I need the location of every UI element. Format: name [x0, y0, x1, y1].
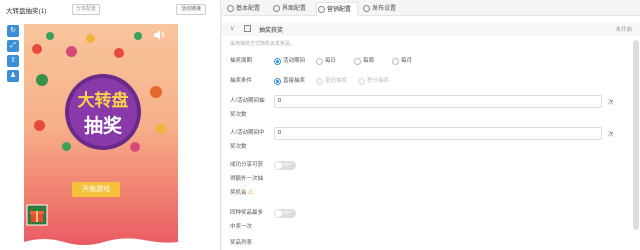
- warning-icon: ⚠: [248, 190, 254, 196]
- tab-label: 界面配置: [282, 6, 307, 12]
- ornament: [46, 32, 54, 40]
- share-config-button[interactable]: 分享配置: [72, 4, 100, 15]
- app-root: 大转盘抽奖(1) 分享配置 活动链接 ↻ ⤢ ⇧ ♟ 大转盘 抽奖 开始游戏 基…: [0, 0, 640, 250]
- tab-basic[interactable]: 基本配置: [226, 2, 268, 16]
- section-header[interactable]: ∨ 抽奖获奖 未开启: [222, 22, 640, 36]
- draw-limit-label-2: 奖次数: [230, 112, 247, 118]
- toggle-state: OFF: [283, 162, 292, 167]
- ornament: [156, 124, 166, 134]
- tab-publish[interactable]: 发布设置: [362, 2, 404, 16]
- expand-icon[interactable]: ⤢: [7, 40, 19, 52]
- ornament: [134, 32, 142, 40]
- section-hint: 采用抽奖方式随机派发奖品。: [230, 41, 296, 47]
- tab-label: 营销配置: [327, 7, 352, 13]
- status-badge: 未开启: [615, 27, 632, 33]
- banner-line1: 大转盘: [78, 90, 129, 111]
- ornament: [36, 74, 48, 86]
- draw-limit-input[interactable]: 0: [274, 95, 602, 108]
- win-limit-input[interactable]: 0: [274, 127, 602, 140]
- config-panel: 基本配置 界面配置 营销配置 发布设置 ∨ 抽奖获奖 未开启 采用抽奖方式随机派…: [222, 0, 640, 250]
- tab-marketing[interactable]: 营销配置: [316, 2, 358, 16]
- share-extra-label-3: 奖机会 ⚠: [230, 186, 254, 200]
- prize-list-label: 奖品列表: [230, 240, 253, 246]
- side-toolbar: ↻ ⤢ ⇧ ♟: [7, 25, 20, 85]
- share-extra-label-2: 得额外一次抽: [230, 176, 264, 182]
- same-prize-label: 同种奖品最多: [230, 210, 264, 216]
- ornament: [32, 44, 42, 54]
- upload-icon[interactable]: ⇧: [7, 55, 19, 67]
- ornament: [86, 34, 95, 43]
- refresh-icon[interactable]: ↻: [7, 25, 19, 37]
- win-limit-label-2: 奖次数: [230, 144, 247, 150]
- title-banner: 大转盘 抽奖: [65, 74, 141, 150]
- game-preview: 大转盘 抽奖 开始游戏: [24, 24, 178, 250]
- period-label: 抽奖周期: [230, 58, 253, 64]
- radio-condition-password[interactable]: 密码抽奖: [316, 76, 347, 86]
- win-limit-label: 人/活动期间中: [230, 130, 265, 136]
- ornament: [34, 120, 45, 131]
- gift-icon: [244, 25, 251, 32]
- publish-icon: [363, 5, 370, 12]
- snow-ground: [24, 238, 178, 250]
- chevron-down-icon[interactable]: ∨: [230, 25, 234, 32]
- scrollbar[interactable]: [633, 40, 639, 230]
- user-icon[interactable]: ♟: [7, 70, 19, 82]
- palette-icon: [273, 5, 280, 12]
- info-icon: [227, 5, 234, 12]
- win-limit-unit: 次: [608, 132, 614, 138]
- share-extra-label-3-text: 奖机会: [230, 190, 247, 196]
- draw-limit-label: 人/活动期间抽: [230, 98, 265, 104]
- start-game-button[interactable]: 开始游戏: [72, 182, 120, 197]
- tab-label: 基本配置: [236, 6, 261, 12]
- ornament: [66, 46, 77, 57]
- tab-bar: 基本配置 界面配置 营销配置 发布设置: [222, 0, 640, 16]
- tab-ui[interactable]: 界面配置: [272, 2, 316, 16]
- toggle-state: OFF: [283, 210, 292, 215]
- radio-period-monthly[interactable]: 每月: [392, 56, 412, 66]
- share-extra-label: 成功分享可获: [230, 162, 264, 168]
- activity-link-button[interactable]: 活动链接: [176, 4, 206, 15]
- radio-condition-direct[interactable]: 直接抽奖: [274, 76, 305, 86]
- share-extra-toggle[interactable]: OFF: [274, 161, 296, 170]
- sound-icon[interactable]: [152, 28, 166, 42]
- preview-header: 大转盘抽奖(1) 分享配置 活动链接: [0, 0, 221, 20]
- radio-period-daily[interactable]: 每日: [316, 56, 336, 66]
- radio-period-weekly[interactable]: 每周: [354, 56, 374, 66]
- radio-condition-points[interactable]: 积分抽奖: [358, 76, 389, 86]
- ornament: [114, 48, 124, 58]
- banner-line2: 抽奖: [84, 114, 123, 137]
- ornament: [150, 86, 162, 98]
- gift-icon[interactable]: [26, 204, 48, 226]
- draw-limit-unit: 次: [608, 100, 614, 106]
- same-prize-label-2: 中奖一次: [230, 224, 253, 230]
- game-title: 大转盘抽奖(1): [6, 8, 47, 15]
- radio-period-activity[interactable]: 活动期间: [274, 56, 305, 66]
- section-title: 抽奖获奖: [259, 28, 284, 34]
- marketing-icon: [318, 6, 325, 13]
- preview-panel: 大转盘抽奖(1) 分享配置 活动链接 ↻ ⤢ ⇧ ♟ 大转盘 抽奖 开始游戏: [0, 0, 221, 250]
- condition-label: 抽奖条件: [230, 78, 253, 84]
- same-prize-toggle[interactable]: OFF: [274, 209, 296, 218]
- tab-label: 发布设置: [372, 6, 397, 12]
